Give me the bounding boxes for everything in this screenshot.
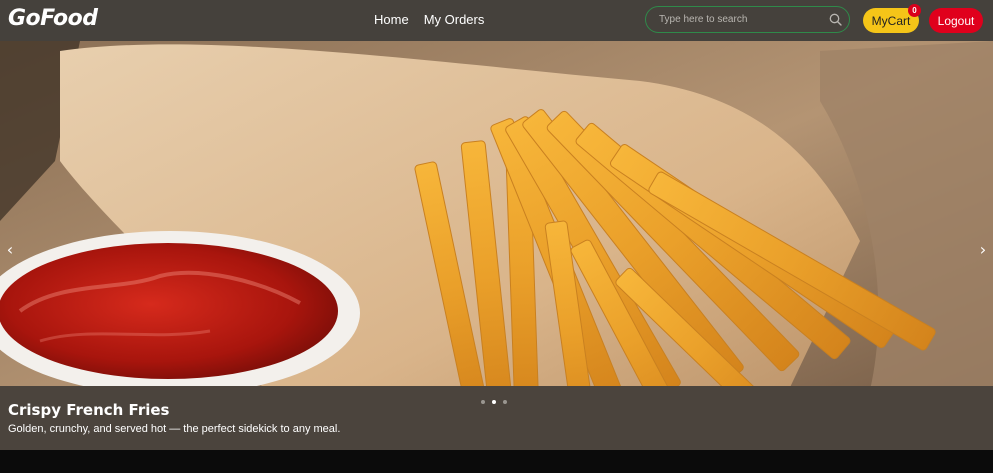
brand-logo[interactable]: GoFood — [8, 6, 98, 31]
carousel-caption: Crispy French Fries Golden, crunchy, and… — [0, 386, 993, 450]
nav-link-home[interactable]: Home — [374, 12, 409, 27]
carousel-next-button[interactable]: › — [973, 239, 993, 259]
carousel-indicator-dot[interactable] — [492, 400, 496, 404]
nav-links: Home My Orders — [374, 12, 484, 27]
search-input[interactable] — [646, 7, 821, 32]
carousel-prev-button[interactable]: ‹ — [0, 239, 20, 259]
caption-text: Golden, crunchy, and served hot — the pe… — [8, 423, 341, 435]
cart-count-badge: 0 — [908, 4, 921, 17]
nav-link-my-orders[interactable]: My Orders — [424, 12, 485, 27]
logout-button[interactable]: Logout — [929, 8, 983, 33]
navbar: GoFood Home My Orders MyCart 0 Logout — [0, 0, 993, 41]
search-box — [645, 6, 850, 33]
my-cart-button[interactable]: MyCart 0 — [863, 4, 921, 33]
caption-title: Crispy French Fries — [8, 401, 170, 419]
my-cart-label: MyCart — [871, 13, 911, 28]
hero-carousel: ‹ › Crispy French Fries Golden, crunchy,… — [0, 41, 993, 450]
search-icon[interactable] — [821, 7, 849, 32]
carousel-indicator-dot[interactable] — [503, 400, 507, 404]
carousel-indicators — [481, 400, 507, 404]
carousel-indicator-dot[interactable] — [481, 400, 485, 404]
page-bottom-strip — [0, 450, 993, 473]
